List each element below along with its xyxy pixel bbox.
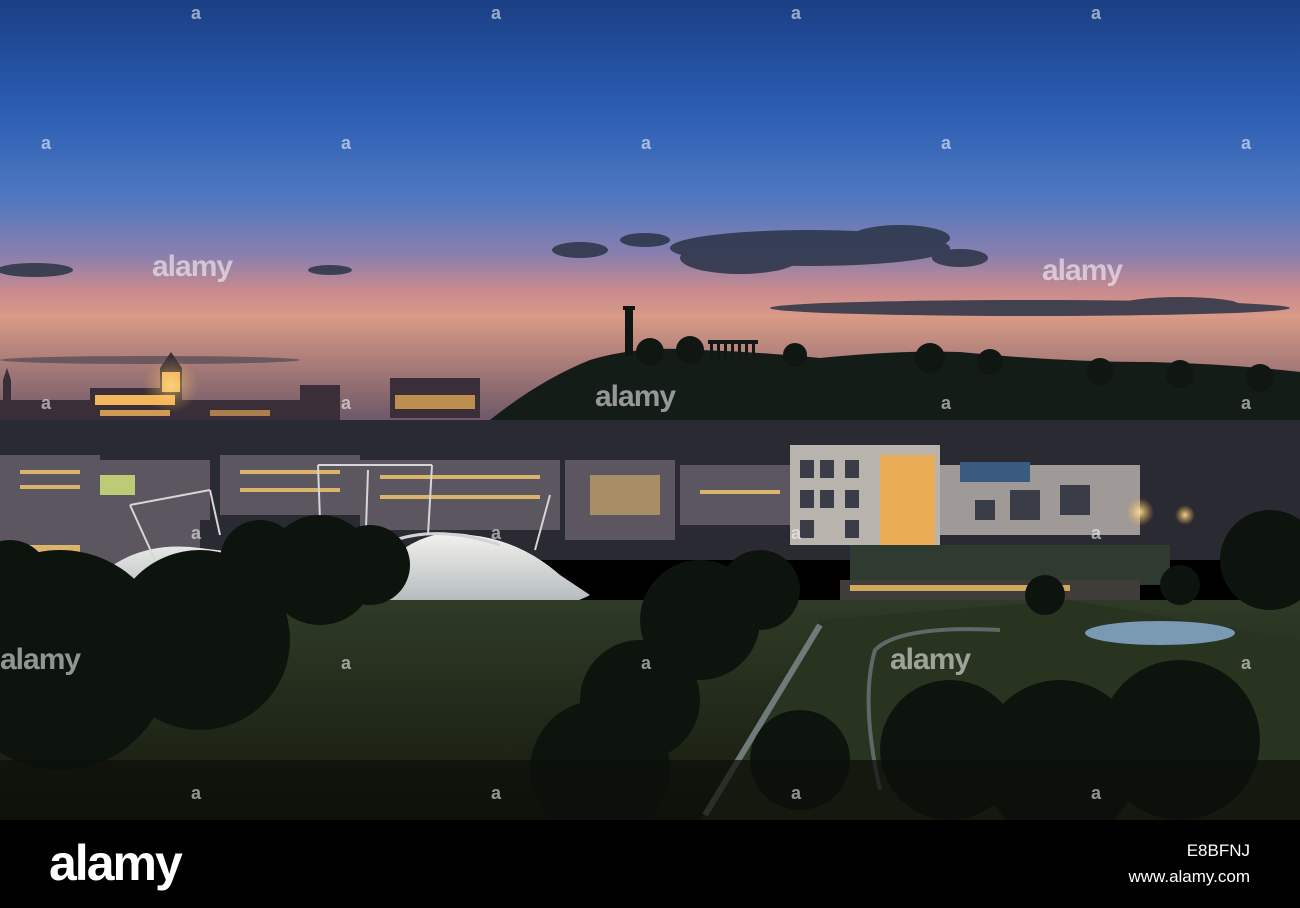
site-url: www.alamy.com: [1128, 867, 1250, 887]
pond: [1085, 621, 1235, 645]
footer-image-info: E8BFNJ www.alamy.com: [1128, 838, 1250, 891]
footer-bar: alamy E8BFNJ www.alamy.com: [0, 820, 1300, 908]
footer-logo: alamy: [49, 835, 183, 891]
parliament: [790, 445, 1170, 610]
edinburgh-night-scene: [0, 0, 1300, 820]
photo: alamy alamy alamy alamy alamy a a a a a …: [0, 0, 1300, 820]
image-id: E8BFNJ: [1186, 841, 1250, 860]
nelson-monument: [625, 308, 633, 356]
